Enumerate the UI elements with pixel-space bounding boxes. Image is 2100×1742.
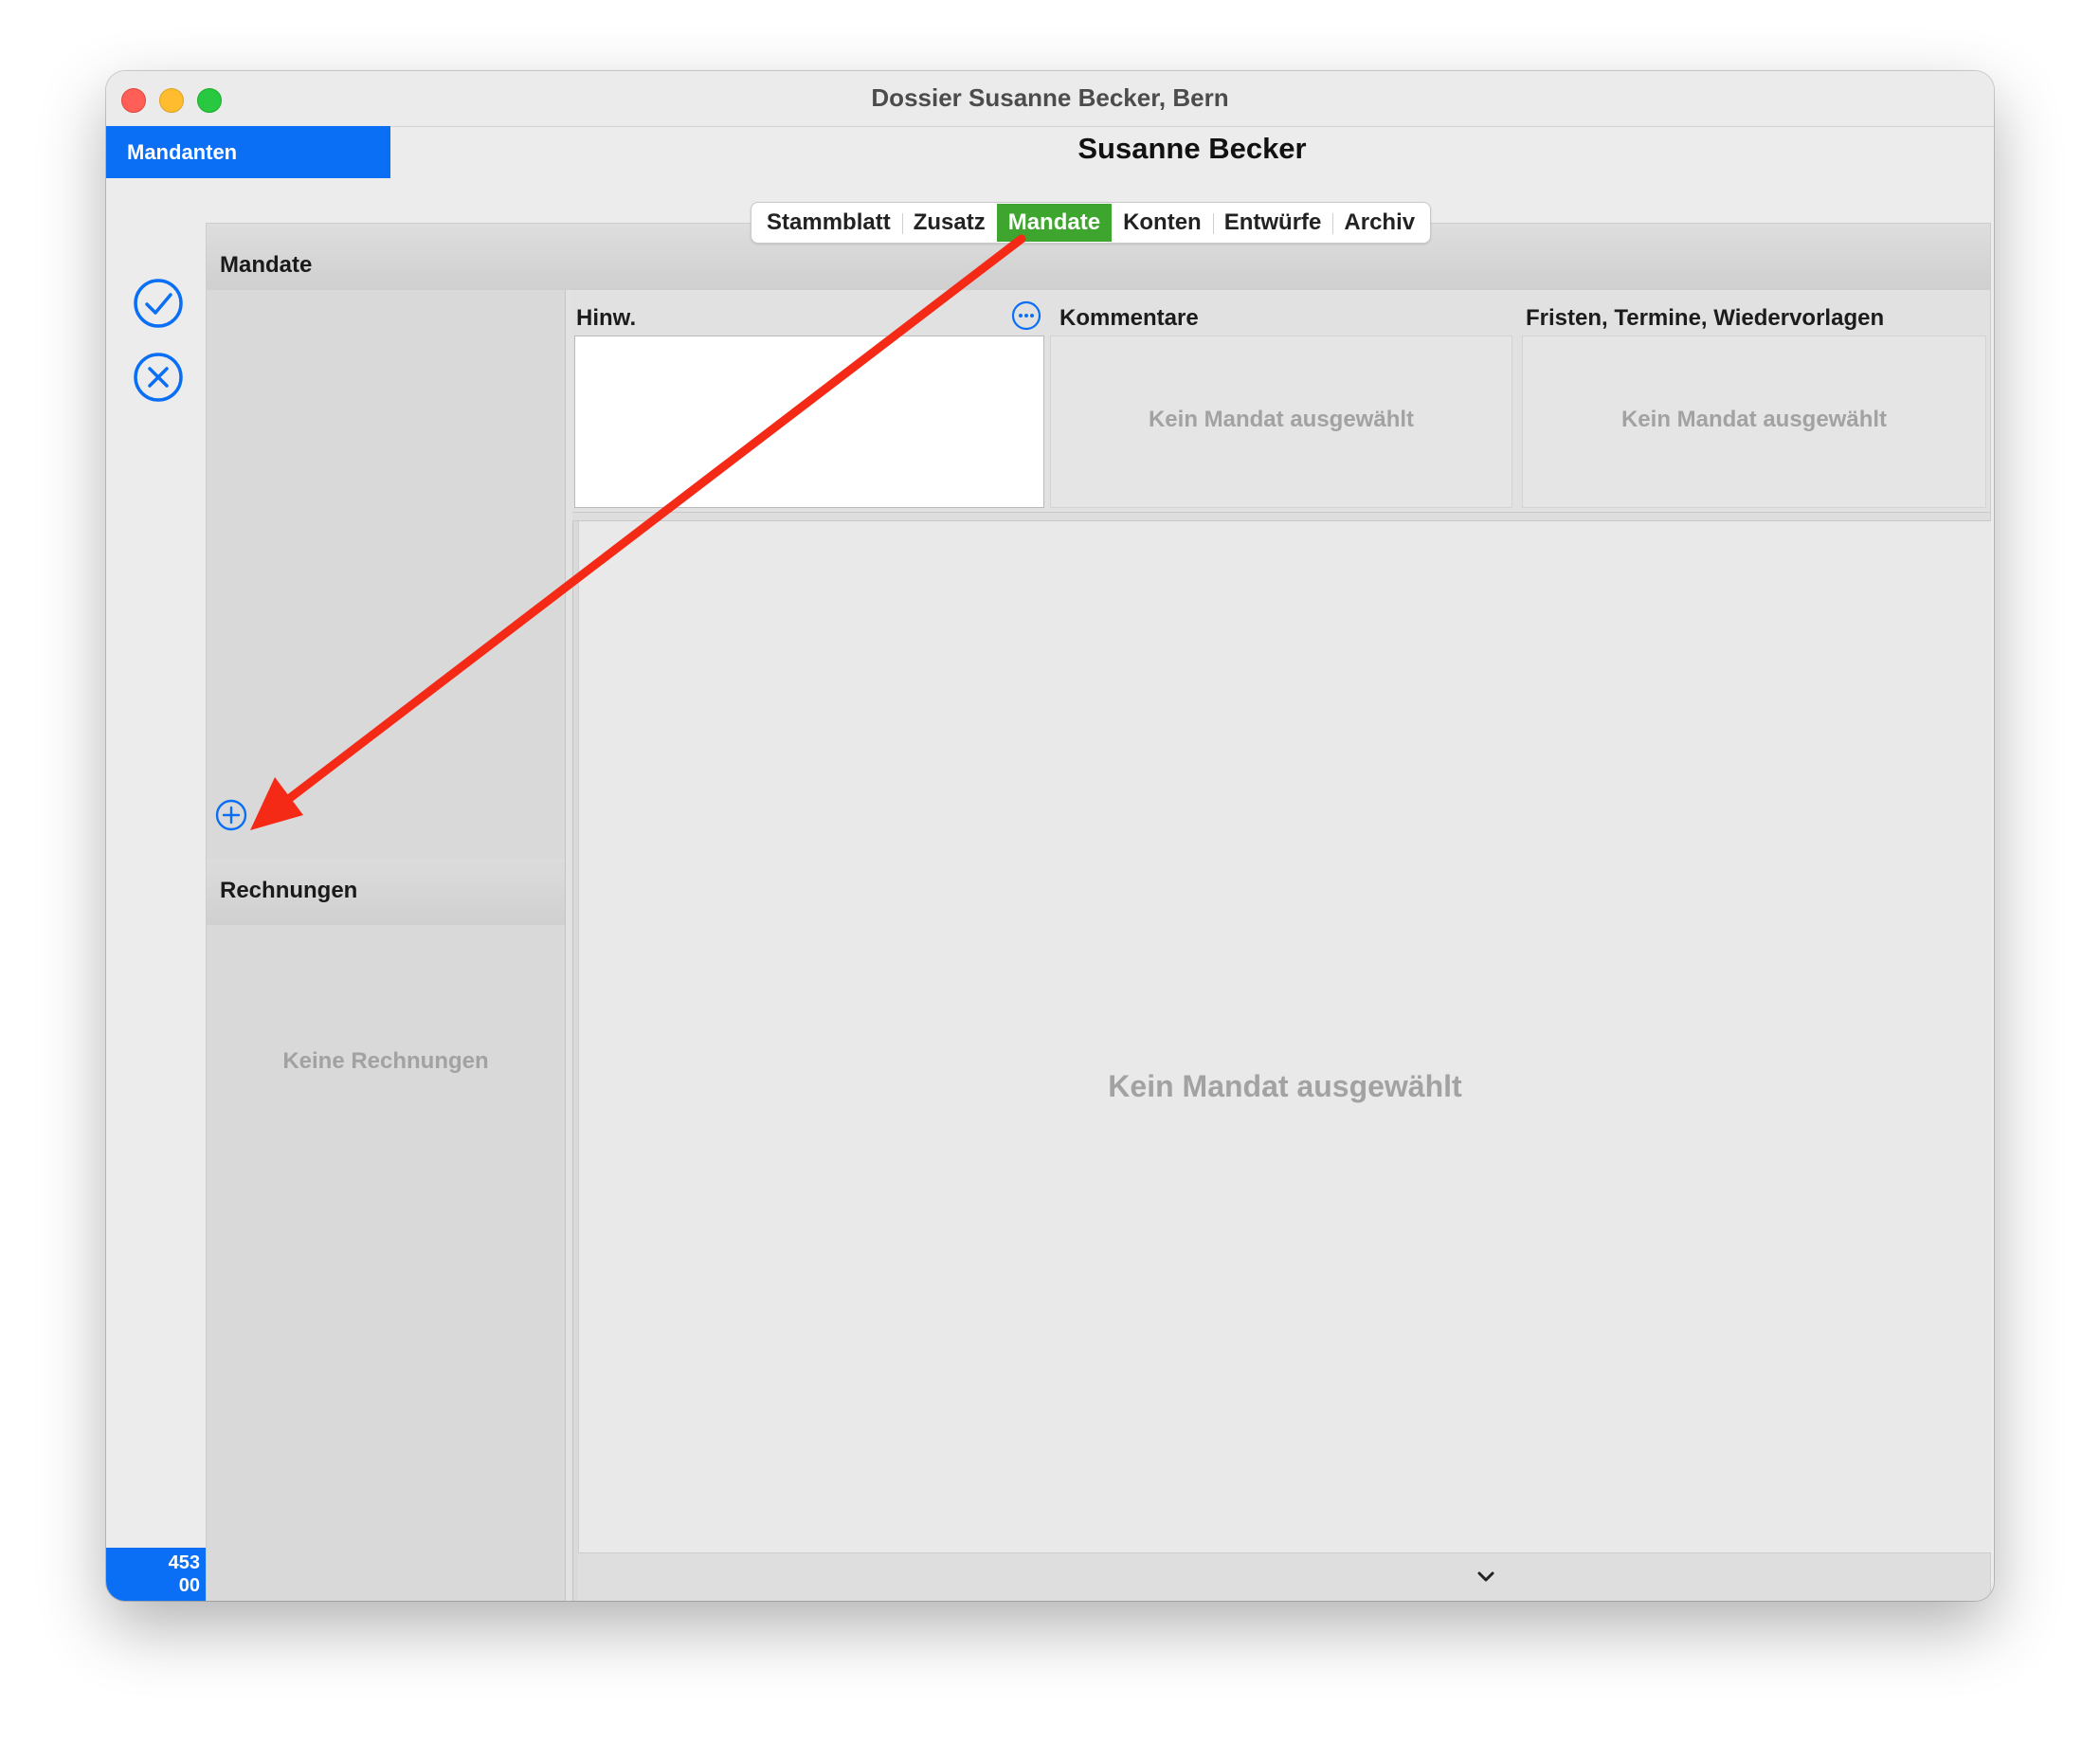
kommentare-box[interactable]: Kein Mandat ausgewählt	[1050, 336, 1512, 508]
tab-konten[interactable]: Konten	[1112, 204, 1213, 242]
mandate-detail: Kein Mandat ausgewählt	[578, 521, 1991, 1552]
fristen-title: Fristen, Termine, Wiedervorlagen	[1526, 305, 1885, 331]
tab-zusatz[interactable]: Zusatz	[901, 204, 997, 242]
tab-entwuerfe[interactable]: Entwürfe	[1212, 204, 1333, 242]
tab-archiv[interactable]: Archiv	[1332, 204, 1426, 242]
hinweis-textarea[interactable]	[574, 336, 1044, 508]
mandate-panel: Mandate Rechnungen Keine Rechnungen Hinw…	[206, 223, 1991, 1601]
rechnungen-title: Rechnungen	[220, 878, 358, 903]
hinweis-title: Hinw.	[576, 305, 637, 331]
fristen-box[interactable]: Kein Mandat ausgewählt	[1522, 336, 1986, 508]
mandate-title: Mandate	[220, 252, 313, 278]
tab-mandate[interactable]: Mandate	[996, 204, 1113, 242]
rechnungen-header: Rechnungen	[207, 859, 565, 925]
horizontal-divider[interactable]	[572, 512, 1990, 521]
record-counter: 453 00	[106, 1548, 206, 1601]
mandate-list[interactable]: Rechnungen Keine Rechnungen	[207, 290, 566, 1601]
tab-bar: Stammblatt Zusatz Mandate Konten Entwürf…	[751, 202, 1432, 244]
tab-stammblatt[interactable]: Stammblatt	[755, 204, 902, 242]
chevron-down-icon[interactable]	[1473, 1563, 1499, 1589]
counter-line-2: 00	[178, 1575, 200, 1596]
rechnungen-empty: Keine Rechnungen	[282, 1048, 489, 1074]
counter-line-1: 453	[168, 1552, 200, 1573]
detail-footer	[578, 1552, 1990, 1601]
notes-area: Hinw. Kommentare Kein Mandat ausgewählt …	[572, 290, 1990, 512]
checkmark-circle-icon[interactable]	[133, 278, 184, 329]
fristen-empty: Kein Mandat ausgewählt	[1620, 407, 1888, 432]
plus-circle-icon[interactable]	[214, 798, 248, 832]
window-title: Dossier Susanne Becker, Bern	[871, 83, 1229, 112]
detail-empty: Kein Mandat ausgewählt	[1108, 1069, 1462, 1103]
title-bar: Dossier Susanne Becker, Bern	[106, 71, 1994, 127]
kommentare-empty: Kein Mandat ausgewählt	[1148, 407, 1415, 432]
mandanten-button[interactable]: Mandanten	[106, 126, 390, 178]
app-window: Dossier Susanne Becker, Bern Mandanten S…	[106, 71, 1994, 1601]
ellipsis-circle-icon[interactable]	[1010, 299, 1042, 332]
xmark-circle-icon[interactable]	[133, 352, 184, 403]
client-name-title: Susanne Becker	[1077, 132, 1307, 165]
kommentare-title: Kommentare	[1059, 305, 1199, 331]
